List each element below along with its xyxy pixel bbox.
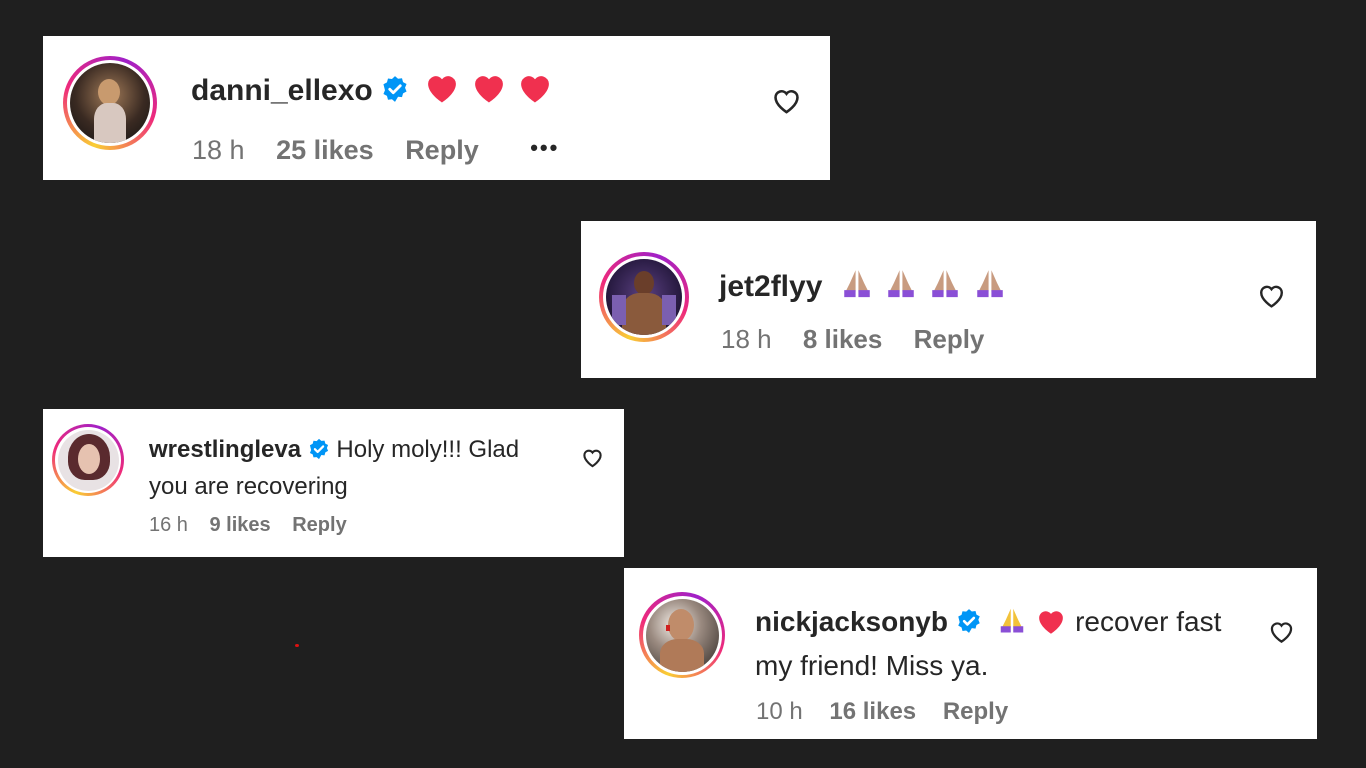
like-heart-icon[interactable] xyxy=(1257,282,1286,314)
likes-count[interactable]: 25 likes xyxy=(276,135,374,165)
red-dot-artifact xyxy=(295,644,299,647)
timestamp: 10 h xyxy=(756,698,803,725)
verified-badge-icon xyxy=(381,75,409,112)
like-heart-icon[interactable] xyxy=(771,86,802,120)
folded-hands-emoji xyxy=(927,266,963,309)
folded-hands-emoji xyxy=(996,605,1028,646)
avatar[interactable] xyxy=(63,56,157,150)
more-options-icon[interactable]: ••• xyxy=(530,135,559,160)
reply-button[interactable]: Reply xyxy=(292,514,346,536)
likes-count[interactable]: 16 likes xyxy=(829,698,916,725)
comment-card-jet2flyy: jet2flyy 18 h 8 likes Reply xyxy=(581,221,1316,378)
timestamp: 18 h xyxy=(192,135,245,165)
comment-body: wrestlingleva Holy moly!!! Glad you are … xyxy=(149,433,519,504)
reply-button[interactable]: Reply xyxy=(405,135,479,165)
like-heart-icon[interactable] xyxy=(1268,619,1295,649)
folded-hands-emoji xyxy=(883,266,919,309)
timestamp: 18 h xyxy=(721,324,772,354)
username[interactable]: jet2flyy xyxy=(719,270,822,303)
red-heart-emoji xyxy=(470,70,508,113)
comment-body: jet2flyy xyxy=(719,266,1008,309)
comment-meta: 10 h 16 likes Reply xyxy=(756,697,1008,727)
reply-button[interactable]: Reply xyxy=(943,698,1008,725)
comment-body: nickjacksonyb recover fast my friend! Mi… xyxy=(755,602,1221,686)
comment-text: Holy moly!!! Glad xyxy=(336,436,520,463)
folded-hands-emoji xyxy=(839,266,875,309)
comment-card-danni: danni_ellexo 18 h 25 likes Reply ••• xyxy=(43,36,830,180)
comment-text-continued: my friend! Miss ya. xyxy=(755,650,989,681)
likes-count[interactable]: 9 likes xyxy=(210,514,271,536)
comment-meta: 18 h 8 likes Reply xyxy=(721,323,984,355)
red-heart-emoji xyxy=(516,70,554,113)
like-heart-icon[interactable] xyxy=(581,447,604,473)
timestamp: 16 h xyxy=(149,514,188,536)
comment-card-nickjacksonyb: nickjacksonyb recover fast my friend! Mi… xyxy=(624,568,1317,739)
comment-card-wrestlingleva: wrestlingleva Holy moly!!! Glad you are … xyxy=(43,409,624,557)
red-heart-emoji xyxy=(423,70,461,113)
comment-meta: 16 h 9 likes Reply xyxy=(149,512,347,538)
avatar[interactable] xyxy=(52,424,124,496)
comment-text-continued: you are recovering xyxy=(149,473,348,500)
username[interactable]: wrestlingleva xyxy=(149,436,301,463)
username[interactable]: nickjacksonyb xyxy=(755,606,948,637)
avatar[interactable] xyxy=(639,592,725,678)
likes-count[interactable]: 8 likes xyxy=(803,324,883,354)
username[interactable]: danni_ellexo xyxy=(191,74,373,107)
verified-badge-icon xyxy=(308,436,330,470)
avatar[interactable] xyxy=(599,252,689,342)
folded-hands-emoji xyxy=(972,266,1008,309)
verified-badge-icon xyxy=(956,605,982,645)
comment-text: recover fast xyxy=(1075,606,1222,637)
reply-button[interactable]: Reply xyxy=(914,324,985,354)
comment-meta: 18 h 25 likes Reply ••• xyxy=(192,132,559,166)
red-heart-emoji xyxy=(1035,606,1067,646)
comment-body: danni_ellexo xyxy=(191,70,554,113)
